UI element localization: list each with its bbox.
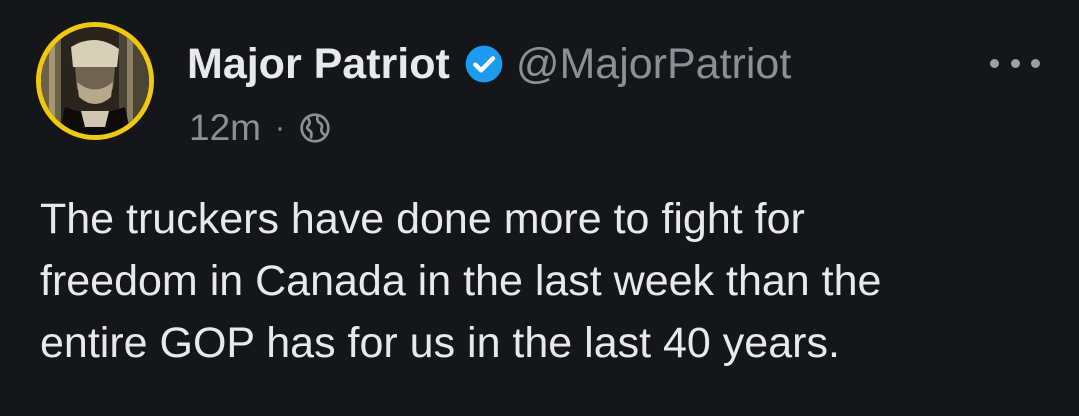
author-row: Major Patriot @MajorPatriot <box>187 36 791 92</box>
tweet-text-line: The truckers have done more to fight for <box>40 195 805 243</box>
avatar-image <box>41 27 149 135</box>
dot-icon <box>1010 58 1020 68</box>
tweet-text: The truckers have done more to fight for… <box>40 188 1040 374</box>
author-handle[interactable]: @MajorPatriot <box>516 40 791 89</box>
dot-icon <box>990 58 999 68</box>
more-options-icon[interactable] <box>990 50 1040 76</box>
globe-icon <box>299 112 331 144</box>
verified-badge-icon <box>464 44 504 84</box>
tweet-meta-row: 12m · <box>189 104 331 152</box>
tweet-timestamp[interactable]: 12m <box>189 107 261 149</box>
author-display-name[interactable]: Major Patriot <box>187 40 450 89</box>
tweet-text-line: entire GOP has for us in the last 40 yea… <box>40 319 840 367</box>
tweet-text-line: freedom in Canada in the last week than … <box>40 257 882 305</box>
tweet-card[interactable]: Major Patriot @MajorPatriot 12m · The tr… <box>0 0 1079 416</box>
meta-separator: · <box>274 111 285 144</box>
avatar[interactable] <box>36 22 154 140</box>
dot-icon <box>1031 58 1040 68</box>
